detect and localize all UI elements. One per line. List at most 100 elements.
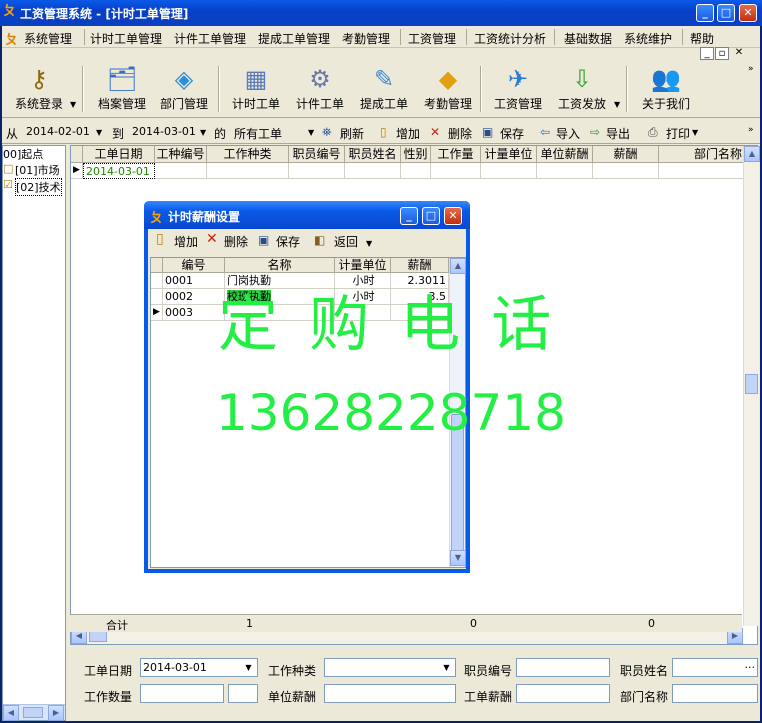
add-button[interactable]: 增加	[396, 125, 420, 142]
quantity-input[interactable]	[140, 684, 224, 703]
toolbar-piecework-button[interactable]: ⚙ 计件工单	[288, 64, 352, 114]
cell[interactable]	[345, 163, 401, 179]
cell[interactable]	[537, 163, 593, 179]
cell-no[interactable]: 0002	[163, 289, 225, 305]
close-button[interactable]: ✕	[739, 4, 757, 22]
toolbar-attendance-button[interactable]: ◆ 考勤管理	[416, 64, 480, 114]
col-header-dept[interactable]: 部门名称	[659, 146, 745, 163]
worktype-select[interactable]: ▼	[324, 658, 456, 677]
dialog-delete-button[interactable]: 删除	[224, 233, 248, 250]
pay-input[interactable]	[516, 684, 610, 703]
col-header-no[interactable]: 编号	[163, 258, 225, 273]
toolbar-about-button[interactable]: 👥 关于我们	[634, 64, 698, 114]
tree-item-market[interactable]: [01]市场	[15, 162, 60, 178]
menu-piecework[interactable]: 计件工单管理	[174, 30, 246, 47]
menu-basic-data[interactable]: 基础数据	[564, 30, 612, 47]
cell[interactable]	[401, 163, 431, 179]
emp-no-input[interactable]	[516, 658, 610, 677]
mdi-restore-button[interactable]: ▫	[715, 47, 729, 60]
export-button[interactable]: 导出	[606, 125, 630, 142]
menu-timesheet[interactable]: 计时工单管理	[90, 30, 162, 47]
col-header-worktype-no[interactable]: 工种编号	[155, 146, 207, 163]
cell-no[interactable]: 0001	[163, 273, 225, 289]
system-menu-icon[interactable]: ㄆ	[5, 29, 18, 48]
maximize-button[interactable]: □	[717, 4, 735, 22]
toolbar-archive-button[interactable]: 🗂 档案管理	[90, 64, 154, 114]
menu-help[interactable]: 帮助	[690, 30, 714, 47]
back-dropdown-icon[interactable]: ▼	[366, 239, 372, 248]
dialog-save-button[interactable]: 保存	[276, 233, 300, 250]
minimize-button[interactable]: _	[696, 4, 714, 22]
cell[interactable]	[593, 163, 659, 179]
col-header-emp-name[interactable]: 职员姓名	[345, 146, 401, 163]
dialog-add-button[interactable]: 增加	[174, 233, 198, 250]
toolbar-payout-button[interactable]: ⇩ 工资发放	[550, 64, 614, 114]
import-button[interactable]: 导入	[556, 125, 580, 142]
watermark-phone: 13628228718	[216, 384, 566, 442]
mdi-close-button[interactable]: ✕	[732, 47, 746, 60]
print-button[interactable]: 打印	[666, 125, 690, 142]
cell[interactable]	[659, 163, 745, 179]
print-dropdown-icon[interactable]: ▼	[692, 128, 698, 137]
cell[interactable]	[481, 163, 537, 179]
refresh-button[interactable]: 刷新	[340, 125, 364, 142]
col-header-gender[interactable]: 性别	[401, 146, 431, 163]
dialog-minimize-button[interactable]: _	[400, 207, 418, 225]
col-header-name[interactable]: 名称	[225, 258, 335, 273]
menu-payroll[interactable]: 工资管理	[408, 30, 456, 47]
cell[interactable]	[155, 163, 207, 179]
toolbar-login-button[interactable]: ⚷ 系统登录	[4, 64, 74, 114]
col-header-workload[interactable]: 工作量	[431, 146, 481, 163]
from-date-picker[interactable]: 2014-02-01	[26, 125, 90, 138]
to-date-dropdown-icon[interactable]: ▼	[200, 128, 206, 137]
mdi-minimize-button[interactable]: _	[700, 47, 714, 60]
menu-payroll-stats[interactable]: 工资统计分析	[474, 30, 546, 47]
scope-dropdown-icon[interactable]: ▼	[308, 128, 314, 137]
tree-hscrollbar[interactable]: ◀ ▶	[3, 704, 65, 721]
dialog-close-button[interactable]: ✕	[444, 207, 462, 225]
toolbar-payroll-button[interactable]: ✈ 工资管理	[486, 64, 550, 114]
dialog-back-button[interactable]: 返回	[334, 233, 358, 250]
scope-select[interactable]: 所有工单	[234, 125, 282, 142]
toolbar-timesheet-button[interactable]: ▦ 计时工单	[224, 64, 288, 114]
cell[interactable]	[289, 163, 345, 179]
commission-icon: ✎	[373, 65, 395, 93]
col-header-unit[interactable]: 计量单位	[335, 258, 391, 273]
cell[interactable]	[207, 163, 289, 179]
cell[interactable]	[431, 163, 481, 179]
col-header-worktype[interactable]: 工作种类	[207, 146, 289, 163]
unit-pay-input[interactable]	[324, 684, 456, 703]
menu-attendance[interactable]: 考勤管理	[342, 30, 390, 47]
menu-maintenance[interactable]: 系统维护	[624, 30, 672, 47]
col-header-unit[interactable]: 计量单位	[481, 146, 537, 163]
col-header-unit-pay[interactable]: 单位薪酬	[537, 146, 593, 163]
cell-date[interactable]: 2014-03-01	[83, 163, 155, 179]
col-header-date[interactable]: 工单日期	[83, 146, 155, 163]
col-header-emp-no[interactable]: 职员编号	[289, 146, 345, 163]
filter-overflow-icon[interactable]: »	[748, 125, 754, 135]
payroll-icon: ✈	[507, 65, 529, 93]
emp-no-label: 职员编号	[464, 664, 513, 678]
delete-button[interactable]: 删除	[448, 125, 472, 142]
key-icon: ⚷	[30, 65, 48, 93]
to-date-picker[interactable]: 2014-03-01	[132, 125, 196, 138]
dept-input[interactable]	[672, 684, 758, 703]
tree-item-tech[interactable]: [02]技术	[15, 178, 62, 196]
col-header-pay[interactable]: 薪酬	[391, 258, 449, 273]
menu-commission[interactable]: 提成工单管理	[258, 30, 330, 47]
quantity-unit-input[interactable]	[228, 684, 258, 703]
menu-system[interactable]: 系统管理	[24, 30, 72, 47]
cell-no[interactable]: 0003	[163, 305, 225, 321]
col-header-pay[interactable]: 薪酬	[593, 146, 659, 163]
grid-vscrollbar[interactable]: ▲	[743, 146, 760, 626]
from-date-dropdown-icon[interactable]: ▼	[96, 128, 102, 137]
emp-name-input[interactable]: ···	[672, 658, 758, 677]
toolbar-commission-button[interactable]: ✎ 提成工单	[352, 64, 416, 114]
save-button[interactable]: 保存	[500, 125, 524, 142]
toolbar-overflow-icon[interactable]: »	[748, 64, 754, 74]
add-icon: ▯	[156, 231, 164, 247]
date-input[interactable]: 2014-03-01 ▼	[140, 658, 258, 677]
toolbar-department-button[interactable]: ◈ 部门管理	[152, 64, 216, 114]
tree-root[interactable]: 00]起点	[3, 146, 43, 162]
dialog-maximize-button[interactable]: □	[422, 207, 440, 225]
